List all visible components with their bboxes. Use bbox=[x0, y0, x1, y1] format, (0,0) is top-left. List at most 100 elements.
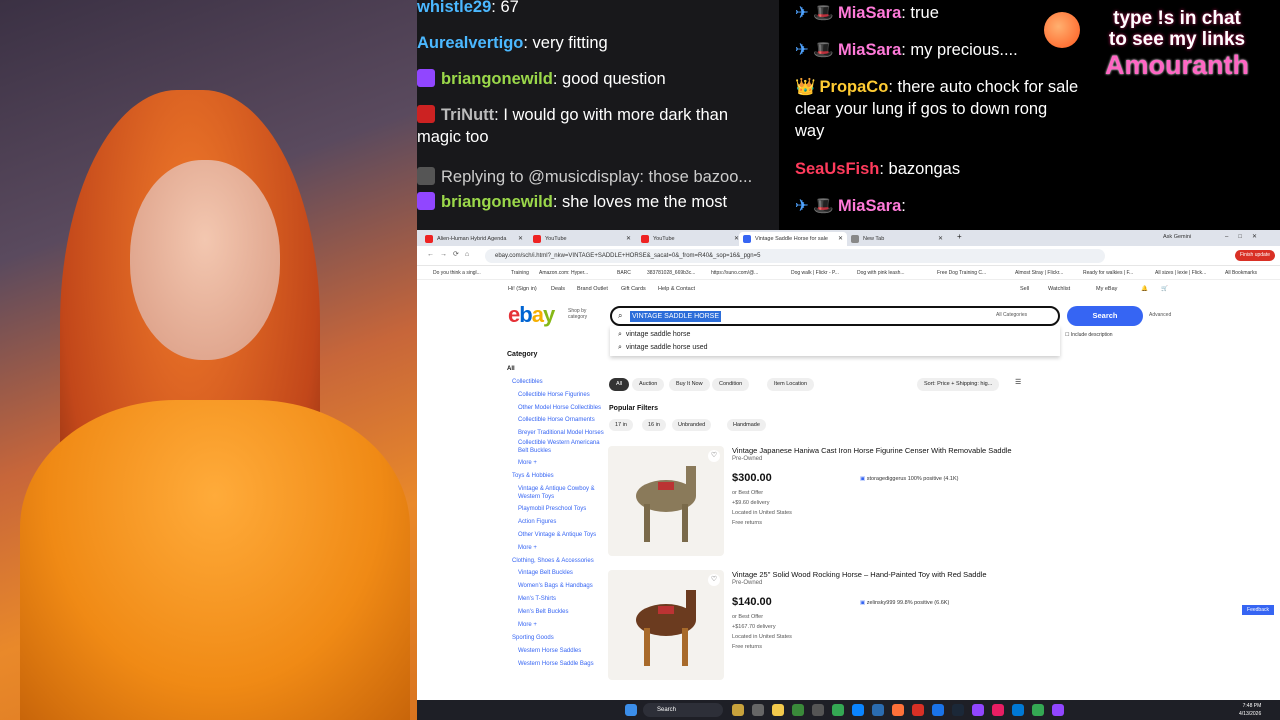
edge-icon[interactable] bbox=[852, 704, 864, 716]
filter-chip[interactable]: Auction bbox=[632, 378, 665, 391]
bookmark-item[interactable]: Training bbox=[511, 266, 529, 280]
sidebar-category-link[interactable]: Action Figures bbox=[507, 516, 607, 529]
suggestion-2[interactable]: ⌕ vintage saddle horse used bbox=[618, 344, 708, 352]
widgets-icon[interactable] bbox=[732, 704, 744, 716]
chat-username[interactable]: SeaUsFish bbox=[795, 160, 879, 178]
sidebar-category-link[interactable]: Western Horse Saddles bbox=[507, 645, 607, 658]
result-item[interactable]: ♡ Vintage 25" Solid Wood Rocking Horse – … bbox=[608, 570, 1028, 688]
brand-outlet-link[interactable]: Brand Outlet bbox=[577, 282, 608, 296]
sidebar-category-link[interactable]: More + bbox=[507, 542, 607, 555]
search-input[interactable]: VINTAGE SADDLE HORSE bbox=[630, 311, 722, 322]
firefox-icon[interactable] bbox=[892, 704, 904, 716]
file-explorer-icon[interactable] bbox=[772, 704, 784, 716]
bookmark-item[interactable]: Dog with pink leash... bbox=[857, 266, 905, 280]
sidebar-category-link[interactable]: Other Model Horse Collectibles bbox=[507, 404, 607, 412]
window-controls[interactable]: –□✕ bbox=[1225, 233, 1267, 240]
sidebar-category-link[interactable]: Sporting Goods bbox=[507, 632, 607, 645]
help-link[interactable]: Help & Contact bbox=[658, 282, 695, 296]
sidebar-category-link[interactable]: Vintage & Antique Cowboy & Western Toys bbox=[507, 485, 607, 501]
bookmark-item[interactable]: Do you think a singl... bbox=[433, 266, 481, 280]
chat-username[interactable]: briangonewild bbox=[441, 193, 553, 211]
app-icon[interactable] bbox=[912, 704, 924, 716]
sidebar-category-link[interactable]: Collectible Horse Figurines bbox=[507, 389, 607, 402]
tab-4-active[interactable]: Vintage Saddle Horse for sale ✕ bbox=[739, 232, 847, 246]
shop-by-category[interactable]: Shop by category bbox=[568, 308, 598, 320]
sidebar-category-link[interactable]: All bbox=[507, 363, 607, 376]
sidebar-category-link[interactable]: Breyer Traditional Model Horses bbox=[507, 429, 607, 437]
sidebar-category-link[interactable]: Playmobil Preschool Toys bbox=[507, 503, 607, 516]
sidebar-category-link[interactable]: Men's Belt Buckles bbox=[507, 606, 607, 619]
sell-link[interactable]: Sell bbox=[1020, 282, 1029, 296]
bookmark-item[interactable]: Amazon.com: Hyper... bbox=[539, 266, 588, 280]
chat-username[interactable]: PropaCo bbox=[820, 78, 889, 96]
app-icon[interactable] bbox=[812, 704, 824, 716]
search-bar[interactable]: ⌕ VINTAGE SADDLE HORSE All Categories bbox=[610, 306, 1060, 326]
item-title[interactable]: Vintage Japanese Haniwa Cast Iron Horse … bbox=[732, 446, 1012, 455]
bookmark-item[interactable]: BARC bbox=[617, 266, 631, 280]
gift-cards-link[interactable]: Gift Cards bbox=[621, 282, 646, 296]
result-item[interactable]: ♡ Vintage Japanese Haniwa Cast Iron Horse… bbox=[608, 446, 1028, 564]
app-icon[interactable] bbox=[932, 704, 944, 716]
new-tab-plus-icon[interactable]: + bbox=[957, 232, 962, 241]
app-icon[interactable] bbox=[972, 704, 984, 716]
task-view-icon[interactable] bbox=[752, 704, 764, 716]
bookmark-item[interactable]: Dog walk | Flickr - P... bbox=[791, 266, 839, 280]
chat-username[interactable]: MiaSara bbox=[838, 197, 901, 215]
cart-icon[interactable]: 🛒 bbox=[1161, 282, 1168, 296]
sidebar-category-link[interactable]: Women's Bags & Handbags bbox=[507, 580, 607, 593]
chat-username[interactable]: TriNutt bbox=[441, 106, 494, 124]
filter-chip[interactable]: All bbox=[609, 378, 630, 391]
bookmark-item[interactable]: Ready for walkies | F... bbox=[1083, 266, 1133, 280]
chrome-icon[interactable] bbox=[1032, 704, 1044, 716]
deals-link[interactable]: Deals bbox=[551, 282, 565, 296]
close-icon[interactable]: ✕ bbox=[626, 232, 631, 246]
app-icon[interactable] bbox=[1012, 704, 1024, 716]
search-button[interactable]: Search bbox=[1067, 306, 1143, 326]
bookmark-item[interactable]: Almost Stray | Flickr... bbox=[1015, 266, 1063, 280]
app-icon[interactable] bbox=[992, 704, 1004, 716]
bookmark-item[interactable]: https://suno.com/@... bbox=[711, 266, 758, 280]
sidebar-category-link[interactable]: Other Vintage & Antique Toys bbox=[507, 529, 607, 542]
bookmark-item[interactable]: Free Dog Training C... bbox=[937, 266, 986, 280]
include-description-checkbox[interactable]: ☐ Include description bbox=[1065, 332, 1113, 338]
filter-chip[interactable]: Buy It Now bbox=[669, 378, 710, 391]
tab-3[interactable]: YouTube ✕ bbox=[637, 232, 743, 246]
ebay-logo[interactable]: ebay bbox=[508, 302, 555, 328]
sidebar-category-link[interactable]: Collectible Western Americana Belt Buckl… bbox=[507, 439, 607, 455]
watch-heart-icon[interactable]: ♡ bbox=[708, 574, 720, 586]
app-icon[interactable] bbox=[1052, 704, 1064, 716]
filter-chip[interactable]: Item Location bbox=[767, 378, 815, 391]
my-ebay-link[interactable]: My eBay bbox=[1096, 282, 1117, 296]
watch-heart-icon[interactable]: ♡ bbox=[708, 450, 720, 462]
popular-filter-chip[interactable]: 16 in bbox=[642, 419, 666, 431]
item-image[interactable] bbox=[608, 570, 724, 680]
start-icon[interactable] bbox=[625, 704, 637, 716]
item-title[interactable]: Vintage 25" Solid Wood Rocking Horse – H… bbox=[732, 570, 986, 579]
chat-username[interactable]: Aurealvertigo bbox=[417, 34, 523, 52]
chat-username[interactable]: MiaSara bbox=[838, 4, 901, 22]
popular-filter-chip[interactable]: Unbranded bbox=[672, 419, 712, 431]
sidebar-category-link[interactable]: More + bbox=[507, 619, 607, 632]
ask-gemini-button[interactable]: Ask Gemini bbox=[1163, 234, 1191, 240]
item-seller[interactable]: ▣ storagediggerus 100% positive (4.1K) bbox=[860, 476, 958, 482]
sidebar-category-link[interactable]: Collectibles bbox=[507, 376, 607, 389]
sidebar-category-link[interactable]: More + bbox=[507, 457, 607, 470]
chat-username[interactable]: MiaSara bbox=[838, 41, 901, 59]
close-icon[interactable]: ✕ bbox=[518, 232, 523, 246]
popular-filter-chip[interactable]: 17 in bbox=[609, 419, 633, 431]
url-field[interactable]: ebay.com/sch/i.html?_nkw=VINTAGE+SADDLE+… bbox=[485, 249, 1105, 263]
steam-icon[interactable] bbox=[952, 704, 964, 716]
sidebar-category-link[interactable]: Toys & Hobbies bbox=[507, 470, 607, 483]
bookmark-item[interactable]: All sizes | lexie | Flick... bbox=[1155, 266, 1206, 280]
app-icon[interactable] bbox=[872, 704, 884, 716]
nav-buttons[interactable]: ←→⟳⌂ bbox=[427, 250, 475, 258]
category-select[interactable]: All Categories bbox=[996, 312, 1027, 318]
sidebar-category-link[interactable]: Western Horse Saddle Bags bbox=[507, 658, 607, 671]
chrome-icon[interactable] bbox=[832, 704, 844, 716]
bell-icon[interactable]: 🔔 bbox=[1141, 282, 1148, 296]
close-icon[interactable]: ✕ bbox=[838, 232, 843, 246]
tab-2[interactable]: YouTube ✕ bbox=[529, 232, 635, 246]
advanced-link[interactable]: Advanced bbox=[1149, 312, 1171, 318]
tab-1[interactable]: Alien-Human Hybrid Agenda ✕ bbox=[421, 232, 527, 246]
sign-in-link[interactable]: Hi! (Sign in) bbox=[508, 282, 537, 296]
